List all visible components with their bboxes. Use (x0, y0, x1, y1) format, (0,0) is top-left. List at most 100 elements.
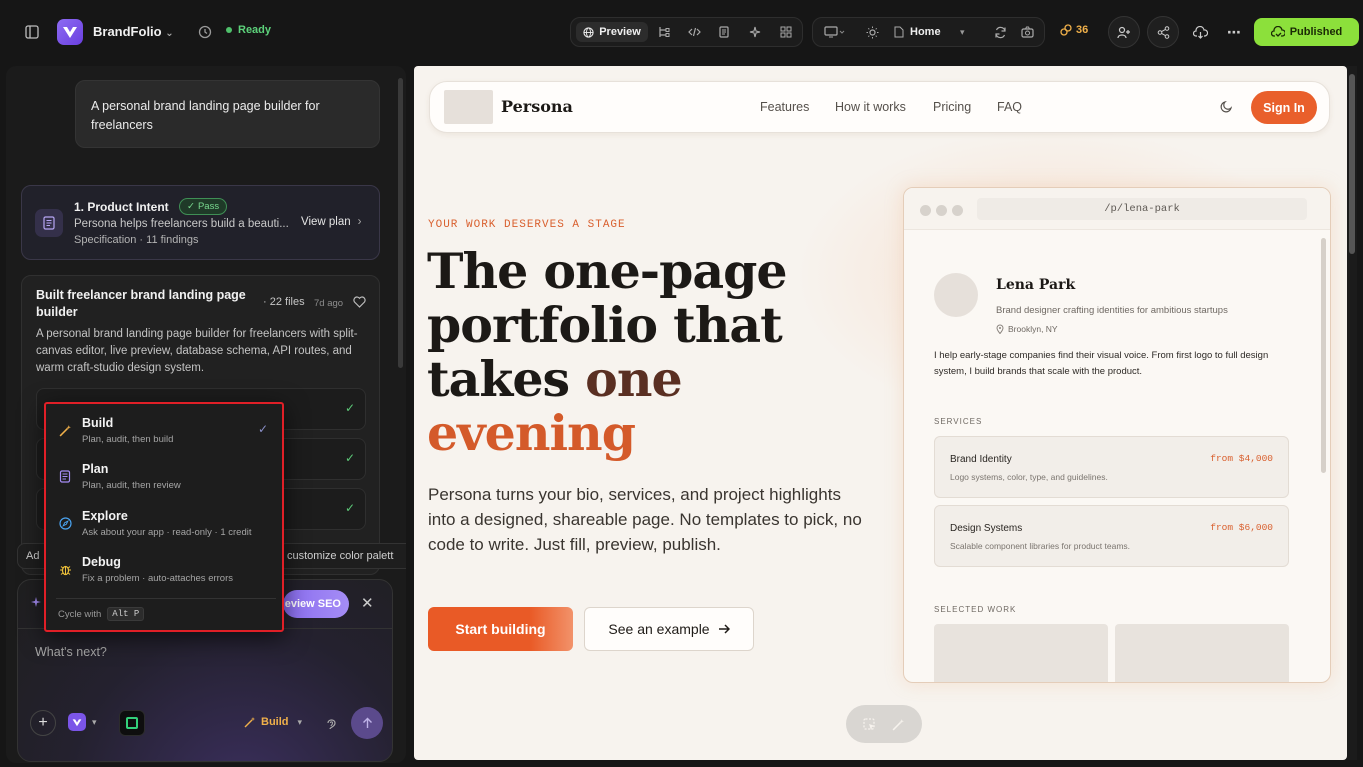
sidebar-toggle-icon[interactable] (22, 22, 42, 42)
published-button[interactable]: Published (1254, 18, 1359, 46)
sparkle-icon (30, 596, 42, 608)
page-select[interactable]: Home ▾ (894, 24, 974, 40)
status-dot (226, 27, 232, 33)
shortcut-key: Alt P (107, 607, 145, 621)
share-button[interactable] (1147, 16, 1179, 48)
credits-icon (1060, 24, 1072, 36)
integration-app-icon[interactable] (119, 710, 145, 736)
history-icon[interactable] (196, 24, 214, 40)
nav-link-how-it-works[interactable]: How it works (835, 100, 906, 114)
status-text: Ready (238, 24, 272, 36)
mode-option-plan[interactable]: Plan Plan, audit, then review (56, 462, 276, 502)
send-button[interactable] (351, 707, 383, 739)
chevron-down-icon: ▾ (960, 26, 965, 37)
favorite-heart-icon[interactable] (353, 296, 366, 308)
spec-icon (35, 209, 63, 237)
status-indicator: Ready (226, 24, 271, 36)
preview-tab[interactable]: Preview (576, 22, 648, 42)
mode-select[interactable]: Build ▾ (244, 716, 302, 728)
mock-browser-bar: /p/lena-park (904, 188, 1330, 230)
project-name[interactable]: BrandFolio ⌄ (93, 24, 174, 39)
document-icon[interactable] (716, 24, 732, 40)
theme-sun-icon[interactable] (864, 24, 880, 40)
check-icon: ✓ (344, 451, 355, 465)
hero-headline: The one-page portfolio that takes one ev… (427, 242, 788, 462)
floating-toolbar (846, 705, 922, 743)
device-select[interactable] (820, 24, 850, 40)
view-plan-link[interactable]: View plan › (301, 216, 362, 228)
attach-button[interactable]: + (30, 710, 56, 736)
model-select[interactable]: ▾ (68, 713, 97, 731)
service-card: Brand Identity from $4,000 Logo systems,… (934, 436, 1289, 498)
mock-scrollbar[interactable] (1321, 238, 1326, 473)
nav-link-features[interactable]: Features (760, 100, 809, 114)
product-intent-card[interactable]: 1. Product Intent ✓ Pass Persona helps fr… (21, 185, 380, 260)
intent-title: 1. Product Intent (74, 200, 169, 214)
check-icon: ✓ (187, 201, 195, 212)
cycle-hint: Cycle with Alt P (58, 607, 145, 621)
selected-check-icon: ✓ (257, 422, 268, 436)
select-element-icon[interactable] (863, 717, 876, 731)
mode-option-debug[interactable]: Debug Fix a problem · auto-attaches error… (56, 555, 276, 595)
camera-icon[interactable] (1019, 24, 1035, 40)
review-seo-button[interactable]: eview SEO (283, 590, 349, 618)
mode-menu: Build Plan, audit, then build ✓ Plan Plan,… (44, 402, 284, 632)
pass-badge: ✓ Pass (179, 198, 228, 215)
build-file-count: · 22 files (263, 296, 305, 308)
preview-scrollbar-thumb[interactable] (1349, 74, 1355, 254)
bug-icon (56, 563, 74, 595)
credits-counter[interactable]: 36 (1060, 24, 1088, 36)
app-logo (57, 19, 83, 45)
plan-document-icon (56, 470, 74, 502)
see-example-button[interactable]: See an example (584, 607, 754, 651)
preview-canvas: Persona Features How it works Pricing FA… (414, 66, 1347, 760)
build-age: 7d ago (314, 298, 344, 309)
code-icon[interactable] (686, 24, 702, 40)
integrations-icon[interactable] (747, 24, 763, 40)
close-suggestion-icon[interactable]: ✕ (361, 594, 374, 612)
start-building-button[interactable]: Start building (428, 607, 573, 651)
cloud-sync-icon[interactable] (1191, 23, 1209, 41)
mode-option-explore[interactable]: Explore Ask about your app · read-only · … (56, 509, 276, 549)
profile-avatar (934, 273, 978, 317)
top-bar: BrandFolio ⌄ Ready Preview Home ▾ 36 ⋯ P… (0, 0, 1363, 62)
tree-view-icon[interactable] (656, 24, 672, 40)
arrow-right-icon (718, 624, 730, 634)
message-input[interactable]: What's next? (35, 645, 107, 659)
profile-tagline: Brand designer crafting identities for a… (996, 305, 1228, 316)
service-card: Design Systems from $6,000 Scalable comp… (934, 505, 1289, 567)
hero-eyebrow: YOUR WORK DESERVES A STAGE (428, 219, 626, 231)
chat-scrollbar[interactable] (398, 78, 403, 368)
services-label: SERVICES (934, 417, 983, 426)
grid-icon[interactable] (778, 24, 794, 40)
dark-mode-moon-icon[interactable] (1220, 100, 1233, 113)
profile-preview-mockup: /p/lena-park Lena Park Brand designer cr… (903, 187, 1331, 683)
hero-subheadline: Persona turns your bio, services, and pr… (428, 485, 862, 554)
profile-location: Brooklyn, NY (996, 324, 1058, 334)
window-dots (920, 205, 963, 216)
suggestion-chip[interactable]: customize color palett (278, 543, 406, 569)
site-logo-placeholder (444, 90, 493, 124)
invite-user-button[interactable] (1108, 16, 1140, 48)
selected-work-label: SELECTED WORK (934, 605, 1017, 614)
chevron-right-icon: › (357, 216, 362, 228)
site-brand[interactable]: Persona (501, 97, 573, 116)
nav-link-faq[interactable]: FAQ (997, 100, 1022, 114)
profile-bio: I help early-stage companies find their … (934, 350, 1269, 377)
intent-description: Persona helps freelancers build a beauti… (74, 218, 289, 230)
refresh-icon[interactable] (992, 24, 1008, 40)
mode-option-build[interactable]: Build Plan, audit, then build ✓ (56, 416, 276, 456)
magic-edit-icon[interactable] (892, 718, 905, 731)
voice-input-icon[interactable] (325, 716, 338, 730)
sign-in-button[interactable]: Sign In (1251, 91, 1317, 124)
check-icon: ✓ (344, 401, 355, 415)
preview-scrollbar-track (1347, 66, 1357, 760)
profile-name: Lena Park (996, 277, 1076, 293)
user-message: A personal brand landing page builder fo… (75, 80, 380, 148)
work-thumbnail (934, 624, 1108, 682)
cloud-check-icon (1270, 26, 1285, 37)
intent-meta: Specification · 11 findings (74, 234, 199, 246)
more-options-icon[interactable]: ⋯ (1225, 23, 1243, 41)
nav-link-pricing[interactable]: Pricing (933, 100, 971, 114)
magic-wand-icon (56, 424, 74, 456)
